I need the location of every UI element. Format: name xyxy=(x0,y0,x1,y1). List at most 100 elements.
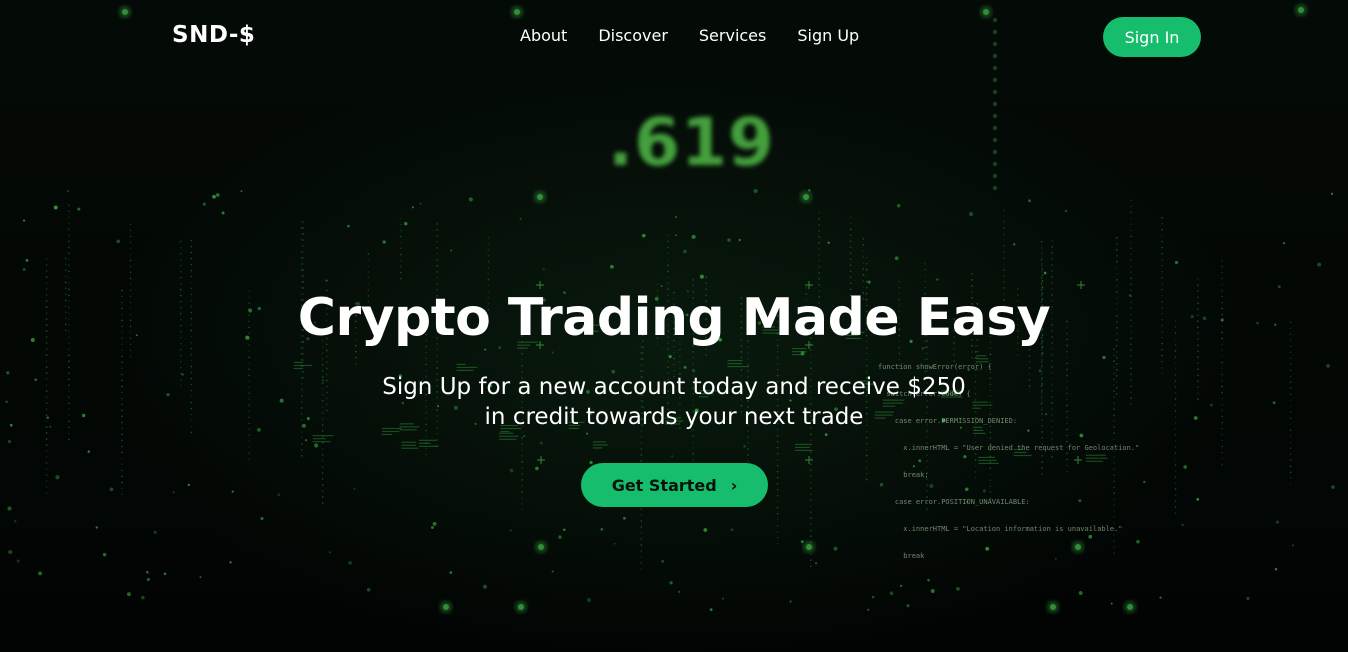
matrix-dot xyxy=(121,349,123,352)
matrix-dot xyxy=(45,258,48,260)
matrix-dot xyxy=(849,264,852,267)
matrix-dot xyxy=(487,278,490,281)
matrix-dot xyxy=(1196,498,1200,501)
matrix-dot xyxy=(367,277,370,279)
matrix-dot xyxy=(776,356,779,359)
matrix-dot xyxy=(190,257,193,260)
matrix-dot xyxy=(924,262,926,265)
matrix-dot xyxy=(896,203,901,208)
matrix-dot xyxy=(1115,243,1118,245)
matrix-dot xyxy=(190,275,193,278)
matrix-dot xyxy=(747,460,749,462)
matrix-dot xyxy=(1221,367,1223,370)
matrix-dot xyxy=(400,259,402,262)
matrix-dot xyxy=(367,259,370,261)
matrix-dot xyxy=(1130,253,1132,256)
matrix-dot xyxy=(248,368,250,371)
nav-link-sign-up[interactable]: Sign Up xyxy=(797,26,859,45)
navbar: SND-$ About Discover Services Sign Up Si… xyxy=(0,0,1348,74)
site-logo[interactable]: SND-$ xyxy=(172,22,255,48)
matrix-dot xyxy=(277,493,281,497)
matrix-dot xyxy=(179,246,182,249)
get-started-button[interactable]: Get Started › xyxy=(581,463,768,507)
matrix-dot xyxy=(1174,452,1177,454)
matrix-dot xyxy=(354,350,357,353)
matrix-dot xyxy=(747,454,749,456)
matrix-dot xyxy=(55,475,60,480)
matrix-dot xyxy=(1289,483,1292,485)
matrix-dot xyxy=(248,446,250,449)
matrix-dot xyxy=(121,493,123,496)
matrix-code-block xyxy=(418,445,439,447)
matrix-dot xyxy=(450,249,453,252)
matrix-dot xyxy=(129,355,132,358)
matrix-dot xyxy=(116,239,121,244)
matrix-dot xyxy=(1130,223,1132,226)
matrix-dot xyxy=(321,436,324,438)
matrix-dot xyxy=(1130,205,1132,208)
nav-link-discover[interactable]: Discover xyxy=(598,26,668,45)
matrix-code-block xyxy=(498,438,517,440)
hero-subtitle-line: in credit towards your next trade xyxy=(484,404,864,430)
matrix-dot xyxy=(436,223,439,225)
matrix-dot xyxy=(121,463,123,466)
matrix-dot xyxy=(927,578,930,582)
matrix-dot xyxy=(523,435,526,438)
matrix-code-block xyxy=(498,432,514,434)
matrix-dot xyxy=(776,368,779,371)
matrix-dot xyxy=(809,511,812,513)
matrix-dot xyxy=(705,348,707,350)
matrix-dot xyxy=(121,361,123,364)
matrix-dot xyxy=(179,360,182,363)
matrix-dot xyxy=(865,268,868,271)
matrix-dot xyxy=(1115,267,1118,269)
matrix-dot xyxy=(521,353,523,355)
matrix-dot xyxy=(849,228,852,231)
matrix-dot xyxy=(400,265,402,268)
matrix-dot xyxy=(163,572,167,576)
matrix-dot xyxy=(300,257,303,259)
nav-link-about[interactable]: About xyxy=(520,26,567,45)
matrix-dot xyxy=(1161,348,1163,351)
matrix-dot xyxy=(300,437,303,439)
matrix-dot xyxy=(667,252,669,255)
matrix-dot xyxy=(1197,284,1199,287)
matrix-dot xyxy=(640,358,643,360)
matrix-dot xyxy=(1130,271,1132,274)
matrix-dot xyxy=(302,245,305,247)
matrix-dot xyxy=(321,352,324,354)
matrix-dot xyxy=(865,442,868,445)
matrix-dot xyxy=(129,283,132,286)
matrix-dot xyxy=(179,270,182,273)
matrix-dot xyxy=(833,546,838,551)
matrix-dot xyxy=(68,246,70,249)
matrix-dot xyxy=(803,194,809,200)
matrix-dot xyxy=(1221,457,1223,460)
matrix-dot xyxy=(824,433,828,436)
matrix-dot xyxy=(400,235,402,238)
matrix-dot xyxy=(430,526,434,530)
hero-subtitle: Sign Up for a new account today and rece… xyxy=(0,372,1348,432)
matrix-dot xyxy=(436,265,439,267)
matrix-dot xyxy=(302,221,305,223)
matrix-dot xyxy=(141,595,145,600)
matrix-dot xyxy=(436,253,439,255)
matrix-dot xyxy=(68,354,70,357)
matrix-dot xyxy=(865,466,868,469)
matrix-dot xyxy=(727,238,731,242)
matrix-dot xyxy=(1115,249,1118,251)
matrix-dot xyxy=(818,266,820,268)
sign-in-button[interactable]: Sign In xyxy=(1103,17,1201,57)
matrix-dot xyxy=(1161,354,1163,357)
get-started-label: Get Started xyxy=(611,475,717,495)
matrix-dot xyxy=(809,505,812,507)
matrix-dot xyxy=(248,440,250,443)
matrix-dot xyxy=(521,503,523,505)
matrix-dot xyxy=(300,275,303,277)
matrix-dot xyxy=(121,439,123,442)
matrix-dot xyxy=(669,581,673,585)
nav-link-services[interactable]: Services xyxy=(699,26,766,45)
matrix-dot xyxy=(776,476,779,479)
matrix-dot xyxy=(692,357,694,359)
matrix-dot xyxy=(1040,265,1043,267)
